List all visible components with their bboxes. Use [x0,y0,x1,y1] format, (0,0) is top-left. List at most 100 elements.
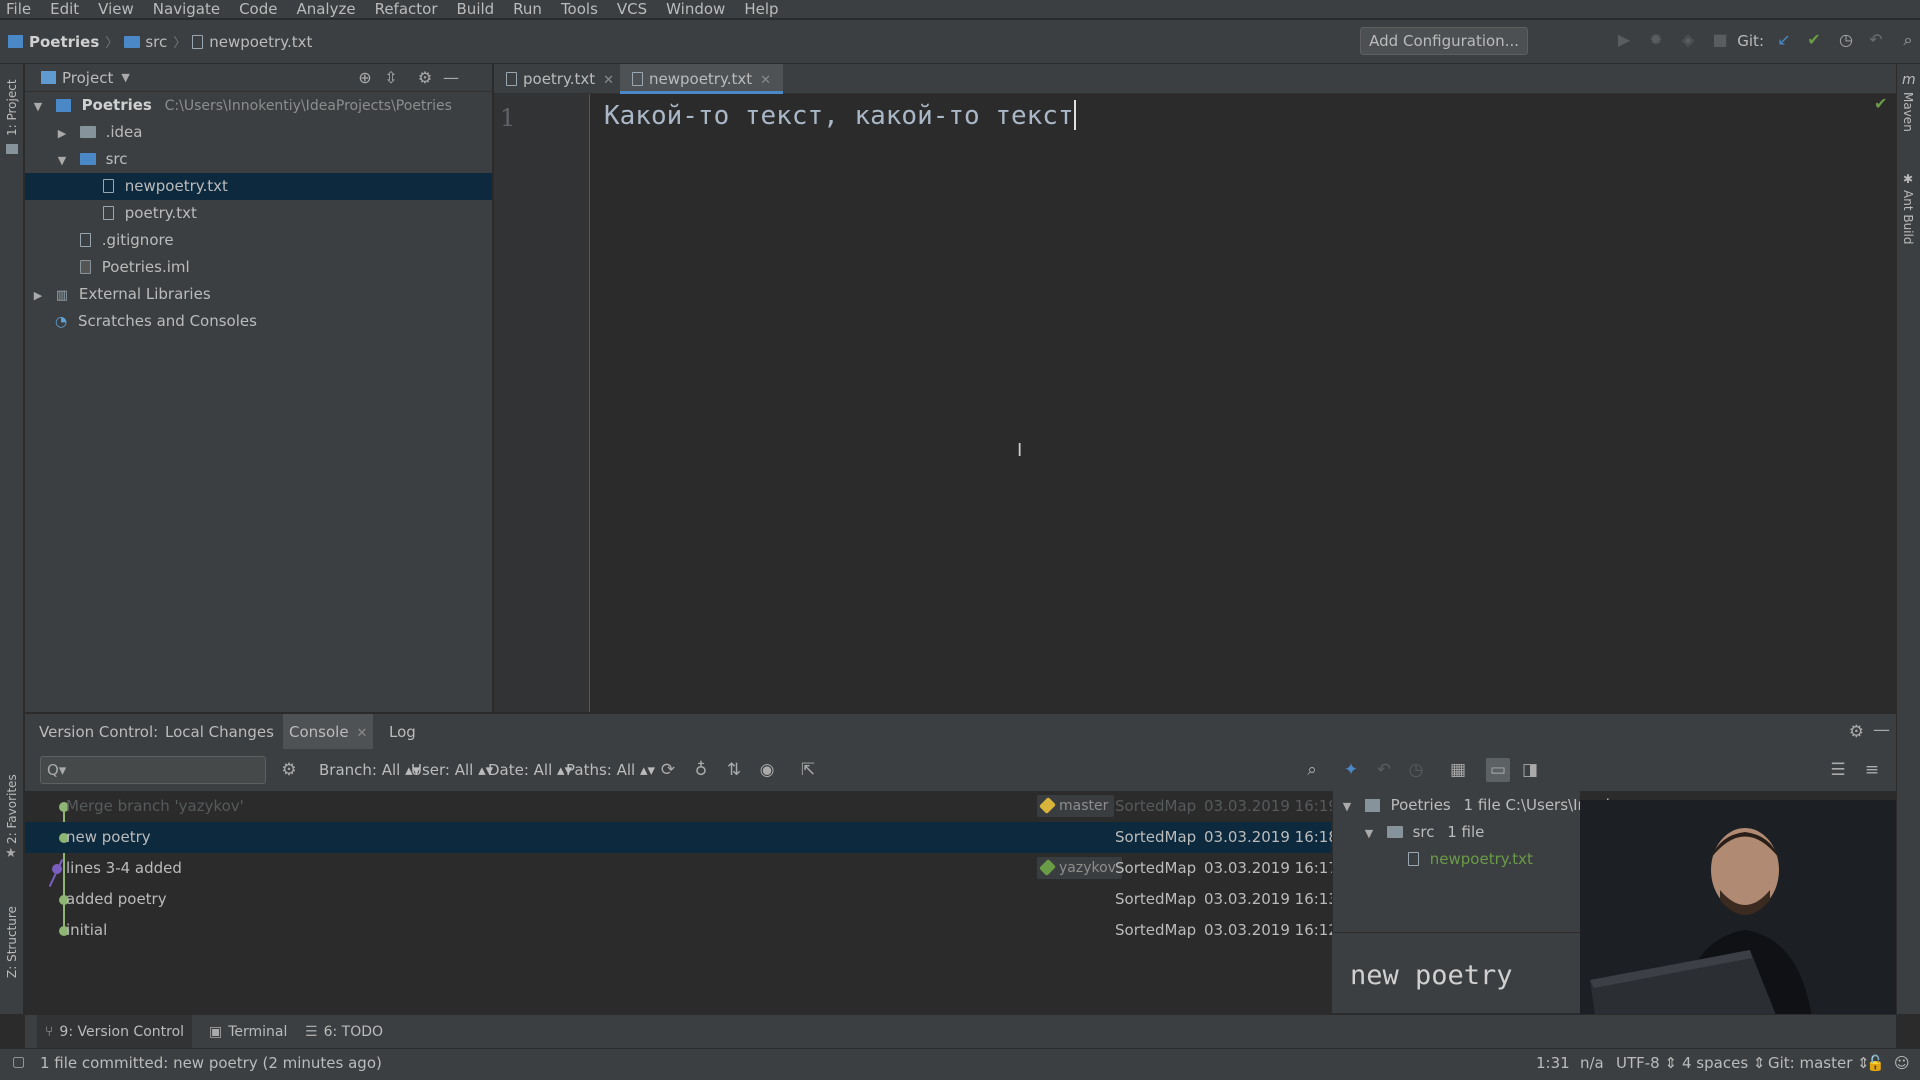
tree-item-poetry[interactable]: poetry.txt [25,200,492,227]
gear-icon[interactable]: ⚙ [1849,722,1864,742]
tree-item-newpoetry[interactable]: newpoetry.txt [25,173,492,200]
lock-icon[interactable]: 🔓 [1866,1054,1885,1072]
expand-all-icon[interactable]: ☰ [1826,758,1850,782]
tab-newpoetry[interactable]: newpoetry.txt ✕ [620,64,784,94]
menu-vcs[interactable]: VCS [617,0,647,18]
open-external-icon[interactable]: ⇱ [796,758,820,782]
ant-build-tool-button[interactable]: Ant Build [1901,190,1915,244]
menu-window[interactable]: Window [666,0,725,18]
menu-build[interactable]: Build [457,0,495,18]
collapse-all-icon[interactable]: ⇳ [381,68,401,88]
tree-item-scratches[interactable]: ◔ Scratches and Consoles [25,308,492,335]
locate-target-icon[interactable]: ⊕ [355,68,375,88]
history-icon[interactable]: ◷ [1404,758,1428,782]
commit-row[interactable]: added poetry SortedMap 03.03.2019 16:13 [25,884,1338,915]
refresh-icon[interactable]: ⟳ [656,758,680,782]
commit-row-selected[interactable]: new poetry SortedMap 03.03.2019 16:18 [25,822,1338,853]
favorites-tool-button[interactable]: 2: Favorites [5,774,19,844]
hide-panel-icon[interactable]: — [441,68,461,88]
tree-item-gitignore[interactable]: .gitignore [25,227,492,254]
close-icon[interactable]: ✕ [603,73,614,88]
indent-setting[interactable]: 4 spaces ⇕ [1682,1054,1765,1072]
menu-refactor[interactable]: Refactor [375,0,438,18]
gear-icon[interactable]: ⚙ [415,68,435,88]
cherry-pick-icon[interactable]: ♁ [689,758,713,782]
commit-row[interactable]: lines 3-4 added yazykov SortedMap 03.03.… [25,853,1338,884]
tree-item-external-libraries[interactable]: ▶ ▥ External Libraries [25,281,492,308]
expanded-arrow-icon[interactable]: ▼ [1340,793,1354,820]
git-branch[interactable]: Git: master ⇕ [1768,1054,1870,1072]
breadcrumb-project[interactable]: Poetries [29,33,99,51]
revert-icon[interactable]: ↶ [1372,758,1396,782]
menu-tools[interactable]: Tools [561,0,598,18]
menu-navigate[interactable]: Navigate [153,0,220,18]
collapse-all-icon[interactable]: ≡ [1860,758,1884,782]
tool-todo[interactable]: ☰ 6: TODO [297,1015,391,1049]
pin-icon[interactable]: ✦ [1339,758,1363,782]
tree-item-src[interactable]: ▼ src [25,146,492,173]
maven-tool-button[interactable]: Maven [1901,92,1915,132]
tree-item-idea[interactable]: ▶ .idea [25,119,492,146]
eye-icon[interactable]: ◉ [755,758,779,782]
git-rollback-icon[interactable]: ↶ [1866,30,1886,50]
collapsed-arrow-icon[interactable]: ▶ [31,282,45,309]
stop-icon[interactable]: ■ [1710,30,1730,50]
changed-folder[interactable]: ▼ src 1 file [1362,819,1485,847]
editor-text-area[interactable] [591,94,1891,712]
changed-file[interactable]: newpoetry.txt [1408,846,1533,873]
menu-help[interactable]: Help [744,0,778,18]
expanded-arrow-icon[interactable]: ▼ [1362,820,1376,847]
tab-poetry[interactable]: poetry.txt ✕ [494,64,626,94]
tool-terminal[interactable]: ▣ Terminal [201,1015,295,1049]
preview-right-icon[interactable]: ◨ [1518,758,1542,782]
line-separator[interactable]: n/a [1580,1054,1604,1072]
group-by-icon[interactable]: ▦ [1446,758,1470,782]
preview-bottom-icon[interactable]: ▭ [1486,758,1510,782]
structure-tool-button[interactable]: Z: Structure [5,906,19,978]
sort-icon[interactable]: ⇅ [722,758,746,782]
menu-analyze[interactable]: Analyze [296,0,355,18]
project-view-selector[interactable]: Project [62,69,113,87]
breadcrumb-file[interactable]: newpoetry.txt [209,33,312,51]
search-everywhere-icon[interactable]: ⌕ [1898,30,1918,50]
menu-run[interactable]: Run [513,0,542,18]
chevron-down-icon[interactable]: ▼ [121,71,129,84]
toggle-panels-icon[interactable]: ▢ [12,1054,25,1070]
tree-item-poetries[interactable]: ▼ Poetries C:\Users\Innokentiy\IdeaProje… [25,92,492,119]
tab-log[interactable]: Log [383,714,422,750]
expanded-arrow-icon[interactable]: ▼ [55,147,69,174]
inspector-icon[interactable]: ☺ [1894,1054,1910,1072]
paths-filter[interactable]: Paths: All ▴▾ [566,761,655,779]
branch-filter[interactable]: Branch: All ▴▾ [319,761,420,779]
code-line[interactable]: Какой-то текст, какой-то текст [604,100,1076,131]
menu-edit[interactable]: Edit [50,0,79,18]
commit-row[interactable]: initial SortedMap 03.03.2019 16:12 [25,915,1338,946]
menu-view[interactable]: View [98,0,134,18]
gear-icon[interactable]: ⚙ [277,758,301,782]
caret-position[interactable]: 1:31 [1536,1054,1570,1072]
tab-console[interactable]: Console ✕ [283,714,374,750]
search-icon[interactable]: ⌕ [1300,758,1324,782]
menu-code[interactable]: Code [239,0,277,18]
git-history-icon[interactable]: ◷ [1836,30,1856,50]
close-icon[interactable]: ✕ [760,73,771,88]
user-filter[interactable]: User: All ▴▾ [411,761,493,779]
log-search-input[interactable]: Q▾ [40,756,266,784]
debug-icon[interactable]: ✹ [1646,30,1666,50]
coverage-icon[interactable]: ◈ [1678,30,1698,50]
add-configuration-button[interactable]: Add Configuration... [1360,27,1528,55]
git-commit-icon[interactable]: ✔ [1804,30,1824,50]
expanded-arrow-icon[interactable]: ▼ [31,93,45,120]
tab-local-changes[interactable]: Local Changes [159,714,280,750]
hide-panel-icon[interactable]: — [1873,720,1890,740]
commit-row[interactable]: Merge branch 'yazykov' master SortedMap … [25,791,1338,822]
tree-item-iml[interactable]: Poetries.iml [25,254,492,281]
collapsed-arrow-icon[interactable]: ▶ [55,120,69,147]
tool-version-control[interactable]: ⑂ 9: Version Control [37,1015,193,1049]
date-filter[interactable]: Date: All ▴▾ [488,761,572,779]
git-update-icon[interactable]: ↙ [1774,30,1794,50]
menu-file[interactable]: File [6,0,31,18]
run-icon[interactable]: ▶ [1614,30,1634,50]
close-icon[interactable]: ✕ [357,726,368,741]
breadcrumb-folder[interactable]: src [145,33,167,51]
